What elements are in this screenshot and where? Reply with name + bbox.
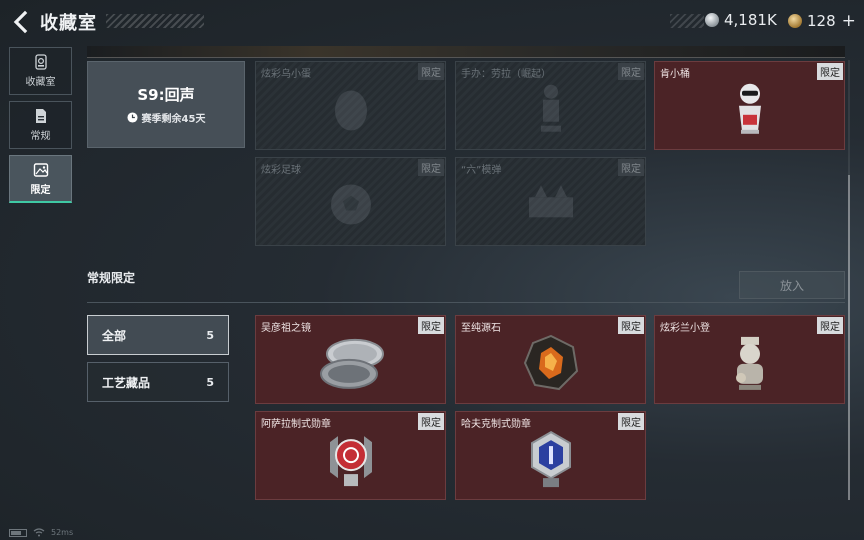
item-name: “六”模弹 xyxy=(461,165,502,176)
section-title: 常规限定 xyxy=(87,271,136,285)
limited-tag: 限定 xyxy=(418,63,444,80)
gold-coin-icon xyxy=(788,14,802,28)
item-name: 阿萨拉制式勋章 xyxy=(261,419,331,430)
add-currency-button[interactable]: + xyxy=(842,11,856,31)
item-name: 炫彩乌小蛋 xyxy=(261,69,311,80)
item-card[interactable]: 炫彩乌小蛋 限定 xyxy=(255,61,446,150)
limited-tag: 限定 xyxy=(817,63,843,80)
filter-label: 工艺藏品 xyxy=(102,375,151,390)
football-icon xyxy=(330,184,371,224)
place-button[interactable]: 放入 xyxy=(739,271,845,299)
item-card[interactable]: 至纯源石 限定 xyxy=(455,315,646,404)
item-name: 炫彩兰小登 xyxy=(660,323,710,334)
item-card[interactable]: 吴彦祖之镜 限定 xyxy=(255,315,446,404)
item-card[interactable]: 手办：劳拉（崛起） 限定 xyxy=(455,61,646,150)
item-name: 炫彩足球 xyxy=(261,165,301,176)
item-name: 肯小桶 xyxy=(660,69,690,80)
limited-tag: 限定 xyxy=(618,159,644,176)
crystal-stone-icon xyxy=(523,334,578,390)
item-card[interactable]: 炫彩足球 限定 xyxy=(255,157,446,246)
nav-label: 收藏室 xyxy=(25,77,56,88)
item-name: 至纯源石 xyxy=(461,323,501,334)
image-icon xyxy=(33,162,48,177)
season-card: S9:回声 赛季剩余45天 xyxy=(87,61,245,148)
filter-label: 全部 xyxy=(102,328,127,343)
currency-decoration xyxy=(670,14,704,28)
season-remaining-text: 赛季剩余45天 xyxy=(141,114,206,125)
limited-tag: 限定 xyxy=(418,317,444,334)
section-divider xyxy=(87,302,845,303)
item-name: 手办：劳拉（崛起） xyxy=(461,69,551,80)
haavk-medal-icon xyxy=(530,430,571,487)
item-card[interactable]: 阿萨拉制式勋章 限定 xyxy=(255,411,446,500)
limited-tag: 限定 xyxy=(618,63,644,80)
limited-tag: 限定 xyxy=(618,317,644,334)
silver-amount: 4,181K xyxy=(724,11,777,29)
ammo-model-icon xyxy=(528,184,573,217)
scrollbar-thumb[interactable] xyxy=(848,175,850,500)
figurine-icon xyxy=(735,336,763,390)
limited-tag: 限定 xyxy=(418,159,444,176)
filter-count: 5 xyxy=(206,375,214,389)
season-remaining: 赛季剩余45天 xyxy=(126,110,206,125)
item-card[interactable]: 肯小桶 限定 xyxy=(654,61,845,150)
item-name: 吴彦祖之镜 xyxy=(261,323,311,334)
item-card[interactable]: 哈夫克制式勋章 限定 xyxy=(455,411,646,500)
document-icon xyxy=(35,109,46,123)
item-card[interactable]: “六”模弹 限定 xyxy=(455,157,646,246)
clock-icon xyxy=(126,112,138,123)
item-name: 哈夫克制式勋章 xyxy=(461,419,531,430)
ping-text: 52ms xyxy=(51,528,74,537)
limited-tag: 限定 xyxy=(418,413,444,430)
status-bar: 52ms xyxy=(9,528,73,537)
nav-label: 常规 xyxy=(30,131,51,142)
wifi-icon xyxy=(33,528,45,537)
silver-currency: 4,181K xyxy=(705,11,777,29)
page-title: 收藏室 xyxy=(40,13,97,34)
season-banner xyxy=(87,46,845,58)
limited-tag: 限定 xyxy=(817,317,843,334)
item-card[interactable]: 炫彩兰小登 限定 xyxy=(654,315,845,404)
nav-item-collection[interactable]: 收藏室 xyxy=(9,47,72,95)
title-decoration xyxy=(106,14,204,28)
nav-label: 限定 xyxy=(30,184,51,196)
gold-currency: 128 + xyxy=(788,11,856,31)
compact-mirror-icon xyxy=(319,338,384,389)
filter-count: 5 xyxy=(206,328,214,342)
filter-crafted-collectibles[interactable]: 工艺藏品 5 xyxy=(87,362,229,402)
limited-tag: 限定 xyxy=(618,413,644,430)
nav-item-limited[interactable]: 限定 xyxy=(9,155,72,203)
season-name: S9:回声 xyxy=(137,86,195,104)
top-bar: 收藏室 4,181K 128 + xyxy=(0,0,864,44)
bucket-figure-icon xyxy=(738,83,761,134)
back-arrow-icon[interactable] xyxy=(9,10,33,34)
filter-all[interactable]: 全部 5 xyxy=(87,315,229,355)
asara-medal-icon xyxy=(329,435,372,486)
silver-coin-icon xyxy=(705,13,719,27)
battery-icon xyxy=(9,528,27,537)
nav-item-regular[interactable]: 常规 xyxy=(9,101,72,149)
gold-amount: 128 xyxy=(807,12,836,30)
collection-icon xyxy=(34,54,47,70)
figure-icon xyxy=(540,84,561,132)
egg-icon xyxy=(334,90,367,130)
